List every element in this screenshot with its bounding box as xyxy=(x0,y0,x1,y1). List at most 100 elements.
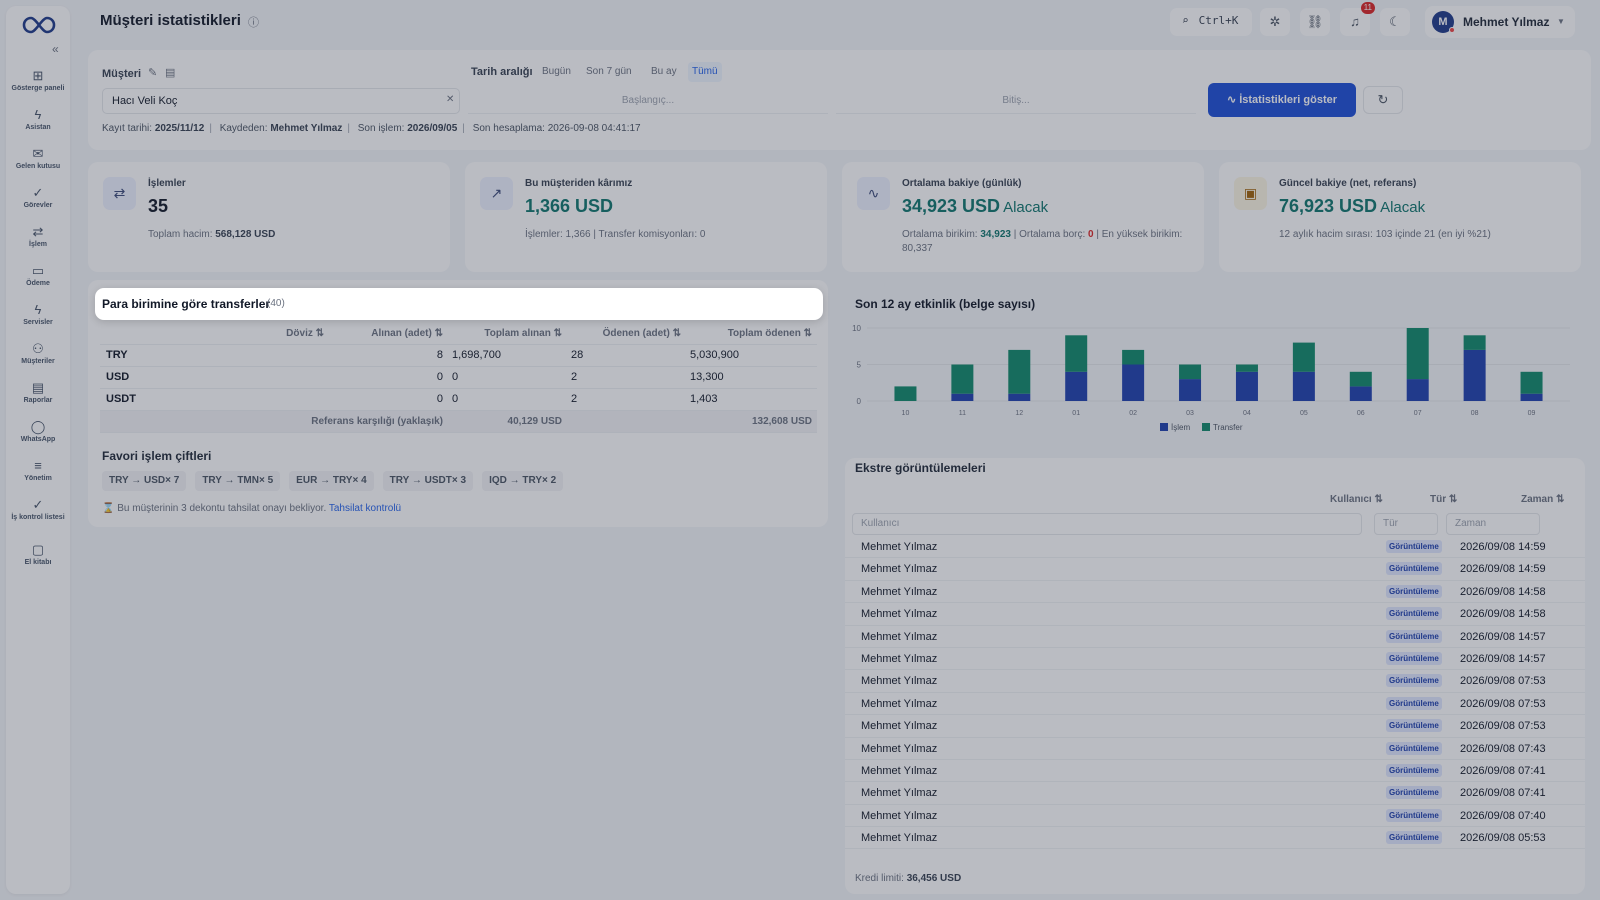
row-user: Mehmet Yılmaz xyxy=(861,787,938,800)
notification-bell-icon[interactable]: ♫ 11 xyxy=(1340,2,1375,36)
cell-cur: TRY xyxy=(100,344,329,367)
favorite-pair-chip[interactable]: IQD → TRY× 2 xyxy=(482,471,564,491)
table-row: Mehmet Yılmaz Görüntüleme 2026/09/08 14:57 xyxy=(845,648,1585,671)
sidebar: « ⊞ Gösterge paneli ϟ Asistan ✉ Gelen kutusu ✓… xyxy=(6,6,70,894)
sidebar-item[interactable]: ⊞ Gösterge paneli xyxy=(6,68,70,103)
bar-islem xyxy=(1520,393,1543,401)
sidebar-item[interactable]: ▢ El kitabı xyxy=(6,542,70,577)
notification-badge: 11 xyxy=(1360,2,1375,14)
table-row: Mehmet Yılmaz Görüntüleme 2026/09/08 07:40 xyxy=(845,805,1585,828)
cell-cur: USD xyxy=(100,366,329,389)
end-date-input[interactable]: Bitiş... xyxy=(836,88,1196,114)
range-today[interactable]: Bugün xyxy=(538,62,575,82)
legend-swatch xyxy=(1160,423,1168,431)
favorite-pair-chip[interactable]: EUR → TRY× 4 xyxy=(289,471,374,491)
sidebar-item[interactable]: ✓ Görevler xyxy=(6,185,70,220)
type-badge: Görüntüleme xyxy=(1386,763,1442,777)
col-currency[interactable]: Döviz ⇅ xyxy=(100,324,329,345)
transfers-header-highlight[interactable]: Para birimine göre transferler (40) xyxy=(95,288,823,320)
range-this-month[interactable]: Bu ay xyxy=(647,62,681,82)
user-menu[interactable]: M Mehmet Yılmaz ▼ xyxy=(1425,6,1575,38)
search-button[interactable]: ⌕ Ctrl+K xyxy=(1170,8,1252,36)
collection-check-link[interactable]: Tahsilat kontrolü xyxy=(329,503,401,514)
row-time: 2026/09/08 14:58 xyxy=(1460,585,1546,598)
cell-cur: USDT xyxy=(100,388,329,411)
row-time: 2026/09/08 14:57 xyxy=(1460,630,1546,643)
sidebar-item[interactable]: ≡ Yönetim xyxy=(6,458,70,493)
favorite-pair-chip[interactable]: TRY → USD× 7 xyxy=(102,471,187,491)
sidebar-item[interactable]: ✉ Gelen kutusu xyxy=(6,146,70,181)
clear-icon[interactable]: ✕ xyxy=(446,94,454,105)
sidebar-item[interactable]: ◯ WhatsApp xyxy=(6,419,70,454)
info-icon[interactable]: ⓘ xyxy=(248,14,259,30)
sidebar-item[interactable]: ⇄ İşlem xyxy=(6,224,70,259)
col-received-count[interactable]: Alınan (adet) ⇅ xyxy=(329,324,448,345)
filter-type-input[interactable]: Tür xyxy=(1374,513,1438,535)
favorite-pair-chip[interactable]: TRY → USDT× 3 xyxy=(382,471,474,491)
sidebar-item[interactable]: ⚇ Müşteriler xyxy=(6,341,70,376)
kpi-value: 76,923 USD Alacak xyxy=(1279,196,1426,216)
row-user: Mehmet Yılmaz xyxy=(861,742,938,755)
range-all[interactable]: Tümü xyxy=(688,62,722,82)
table-row: Mehmet Yılmaz Görüntüleme 2026/09/08 07:53 xyxy=(845,670,1585,693)
table-row: Mehmet Yılmaz Görüntüleme 2026/09/08 07:41 xyxy=(845,760,1585,783)
activity-chart: 051010 11 12 01 02 03 04 05 06 07 08 09İşlem Transfe… xyxy=(852,324,1570,432)
col-received-total[interactable]: Toplam alınan ⇅ xyxy=(448,324,567,345)
table-row: Mehmet Yılmaz Görüntüleme 2026/09/08 14:59 xyxy=(845,536,1585,559)
kpi-value: 34,923 USD Alacak xyxy=(902,196,1049,216)
table-row: Mehmet Yılmaz Görüntüleme 2026/09/08 07:41 xyxy=(845,782,1585,805)
x-tick-label: 11 xyxy=(959,410,966,417)
range-last-7-days[interactable]: Son 7 gün xyxy=(582,62,636,82)
row-time: 2026/09/08 14:59 xyxy=(1460,563,1546,576)
favorite-pair-chip[interactable]: TRY → TMN× 5 xyxy=(195,471,281,491)
y-tick-label: 0 xyxy=(857,397,862,406)
pending-notice: ⌛ Bu müşterinin 3 dekontu tahsilat onayı… xyxy=(102,503,402,514)
filter-time-input[interactable]: Zaman xyxy=(1446,513,1540,535)
sidebar-item[interactable]: ▭ Ödeme xyxy=(6,263,70,298)
col-paid-total[interactable]: Toplam ödenen ⇅ xyxy=(686,324,817,345)
checklist-icon: ✓ xyxy=(32,497,44,512)
chevron-down-icon: ▼ xyxy=(1557,17,1565,26)
dark-mode-moon-icon[interactable]: ☾ xyxy=(1380,8,1410,36)
sidebar-item[interactable]: ✓ İş kontrol listesi xyxy=(6,497,70,532)
col-time[interactable]: Zaman ⇅ xyxy=(1521,494,1564,505)
start-date-input[interactable]: Başlangıç... xyxy=(468,88,828,114)
row-time: 2026/09/08 07:41 xyxy=(1460,764,1546,777)
x-tick-label: 07 xyxy=(1414,410,1422,417)
col-type[interactable]: Tür ⇅ xyxy=(1430,494,1457,505)
legend-swatch xyxy=(1202,423,1210,431)
x-tick-label: 03 xyxy=(1186,410,1194,417)
sidebar-item[interactable]: ϟ Servisler xyxy=(6,302,70,337)
type-badge: Görüntüleme xyxy=(1386,719,1442,733)
bar-transfer xyxy=(1463,335,1486,350)
col-user[interactable]: Kullanıcı ⇅ xyxy=(1330,494,1383,505)
bar-islem xyxy=(1065,371,1088,401)
search-icon: ⌕ xyxy=(1182,14,1189,27)
bar-islem xyxy=(1349,386,1372,401)
collapse-sidebar-icon[interactable]: « xyxy=(52,42,59,56)
kpi-average-balance: ∿ Ortalama bakiye (günlük) 34,923 USD Ala… xyxy=(842,162,1204,272)
user-name: Mehmet Yılmaz xyxy=(1463,15,1550,29)
sidebar-item[interactable]: ϟ Asistan xyxy=(6,107,70,142)
document-icon[interactable]: ▤ xyxy=(165,66,175,79)
infinity-logo-icon[interactable] xyxy=(22,14,56,36)
sidebar-item-label: Gösterge paneli xyxy=(11,85,65,92)
filter-card: Müşteri ✎ ▤ Tarih aralığı Bugün Son 7 gü… xyxy=(88,50,1591,150)
customer-select[interactable]: Hacı Veli Koç xyxy=(102,88,460,114)
refresh-icon[interactable]: ↻ xyxy=(1363,86,1403,114)
show-statistics-button[interactable]: ∿ İstatistikleri göster xyxy=(1208,83,1356,117)
sidebar-item-label: Asistan xyxy=(25,124,51,131)
row-time: 2026/09/08 07:41 xyxy=(1460,787,1546,800)
bug-report-icon[interactable]: ✲ xyxy=(1260,8,1290,36)
filter-user-input[interactable]: Kullanıcı xyxy=(852,513,1362,535)
col-paid-count[interactable]: Ödenen (adet) ⇅ xyxy=(567,324,686,345)
check-icon: ✓ xyxy=(32,185,44,200)
sidebar-item[interactable]: ▤ Raporlar xyxy=(6,380,70,415)
edit-icon[interactable]: ✎ xyxy=(148,66,157,79)
row-time: 2026/09/08 07:43 xyxy=(1460,742,1546,755)
book-icon: ▢ xyxy=(31,542,45,557)
link-icon[interactable]: ⛓ xyxy=(1300,8,1330,36)
reference-paid: 132,608 USD xyxy=(686,410,817,433)
statement-views-card: Ekstre görüntülemeleri Kullanıcı ⇅ Tür ⇅… xyxy=(845,458,1585,894)
chart-icon: ∿ xyxy=(1226,94,1240,106)
